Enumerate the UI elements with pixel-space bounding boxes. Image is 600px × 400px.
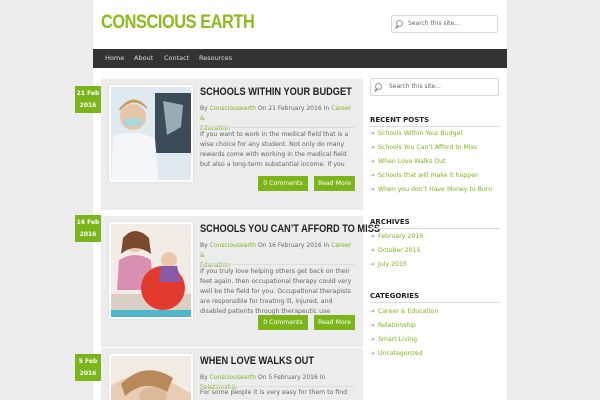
date-badge: 16 Feb 2016 [75, 215, 101, 242]
on-label: On [257, 242, 267, 249]
main-nav: Home About Contact Resources [93, 49, 507, 68]
nav-item-resources[interactable]: Resources [199, 49, 232, 68]
post-date: 5 February 2016 [268, 374, 318, 381]
arrow-right-icon: ➜ [370, 172, 376, 179]
author-link[interactable]: Consciousearth [210, 242, 256, 249]
on-label: On [257, 105, 267, 112]
date-day: 5 Feb [78, 358, 98, 365]
divider [200, 127, 355, 128]
category-link[interactable]: ➜ Uncategorized [370, 347, 500, 361]
search-icon [374, 83, 384, 92]
post-thumbnail[interactable] [109, 85, 193, 182]
post-title[interactable]: SCHOOLS YOU CAN’T AFFORD TO MISS [200, 223, 380, 235]
post-excerpt: If you want to work in the medical field… [200, 131, 349, 168]
recent-post-link[interactable]: ➜ When Love Walks Out [370, 155, 500, 169]
site-title[interactable]: CONSCIOUS EARTH [101, 12, 255, 34]
comments-button[interactable]: 0 Comments [258, 176, 308, 191]
nav-item-contact[interactable]: Contact [164, 49, 189, 68]
nav-item-home[interactable]: Home [105, 49, 124, 68]
post-thumbnail[interactable] [109, 222, 193, 319]
in-label: In [323, 242, 330, 249]
post-date: 16 February 2016 [268, 242, 322, 249]
recent-post-link[interactable]: ➜ When you don’t Have Money to Burn [370, 183, 500, 197]
arrow-right-icon: ➜ [370, 308, 376, 315]
therapy-ball-image [111, 224, 191, 317]
divider [370, 228, 499, 229]
post-excerpt: If you truly love helping others get bac… [200, 268, 352, 315]
recent-post-link[interactable]: ➜ Schools Within Your Budget [370, 127, 500, 141]
date-day: 16 Feb [76, 219, 100, 226]
page-container: CONSCIOUS EARTH Home About Contact Resou… [93, 0, 507, 400]
divider [200, 386, 355, 387]
post-title[interactable]: SCHOOLS WITHIN YOUR BUDGET [200, 86, 352, 98]
sidebar-search-input[interactable]: Search this site... [370, 78, 499, 96]
in-label: In [319, 374, 326, 381]
arrow-right-icon: ➜ [370, 233, 376, 240]
nav-item-about[interactable]: About [134, 49, 153, 68]
post-excerpt: For some people it is very easy for them… [200, 389, 348, 396]
recent-post-link[interactable]: ➜ Schools that will make it happen [370, 169, 500, 183]
header-search-input[interactable]: Search this site... [391, 15, 498, 33]
category-link[interactable]: ➜ Career & Education [370, 305, 500, 319]
post-thumbnail[interactable] [109, 354, 193, 400]
nurse-xray-image [111, 87, 191, 180]
on-label: On [257, 374, 267, 381]
category-link[interactable]: ➜ Relationship [370, 319, 500, 333]
arrow-right-icon: ➜ [370, 336, 376, 343]
post-card: WHEN LOVE WALKS OUT By Consciousearth On… [101, 348, 363, 400]
read-more-button[interactable]: Read More [314, 176, 355, 191]
in-label: In [323, 105, 330, 112]
recent-post-link[interactable]: ➜ Schools You Can’t Afford to Miss [370, 141, 500, 155]
author-link[interactable]: Consciousearth [210, 374, 256, 381]
arrow-right-icon: ➜ [370, 158, 376, 165]
archives-list: ➜ February 2016 ➜ October 2015 ➜ July 2015 [370, 230, 500, 272]
categories-list: ➜ Career & Education ➜ Relationship ➜ Smart… [370, 305, 500, 361]
date-badge: 21 Feb 2016 [75, 86, 101, 113]
author-link[interactable]: Consciousearth [210, 105, 256, 112]
by-label: By [200, 242, 208, 249]
arrow-right-icon: ➜ [370, 261, 376, 268]
date-badge: 5 Feb 2016 [75, 354, 101, 381]
archive-link[interactable]: ➜ February 2016 [370, 230, 500, 244]
divider [370, 302, 499, 303]
date-year: 2016 [79, 102, 97, 109]
post-card: SCHOOLS WITHIN YOUR BUDGET By Consciouse… [101, 79, 363, 210]
recent-posts-title: RECENT POSTS [370, 116, 430, 124]
arrow-right-icon: ➜ [370, 130, 376, 137]
read-more-button[interactable]: Read More [314, 315, 355, 330]
date-day: 21 Feb [76, 90, 100, 97]
sad-woman-image [111, 356, 191, 400]
archive-link[interactable]: ➜ July 2015 [370, 258, 500, 272]
arrow-right-icon: ➜ [370, 186, 376, 193]
arrow-right-icon: ➜ [370, 144, 376, 151]
archives-title: ARCHIVES [370, 218, 410, 226]
by-label: By [200, 374, 208, 381]
arrow-right-icon: ➜ [370, 247, 376, 254]
categories-title: CATEGORIES [370, 292, 420, 300]
arrow-right-icon: ➜ [370, 350, 376, 357]
divider [200, 264, 355, 265]
date-year: 2016 [79, 370, 97, 377]
comments-button[interactable]: 0 Comments [258, 315, 308, 330]
post-card: SCHOOLS YOU CAN’T AFFORD TO MISS By Cons… [101, 216, 380, 347]
by-label: By [200, 105, 208, 112]
date-year: 2016 [79, 231, 97, 238]
post-date: 21 February 2016 [268, 105, 322, 112]
post-title[interactable]: WHEN LOVE WALKS OUT [200, 355, 314, 367]
search-icon [395, 20, 405, 29]
category-link[interactable]: ➜ Smart Living [370, 333, 500, 347]
arrow-right-icon: ➜ [370, 322, 376, 329]
archive-link[interactable]: ➜ October 2015 [370, 244, 500, 258]
recent-posts-list: ➜ Schools Within Your Budget ➜ Schools You… [370, 127, 500, 197]
